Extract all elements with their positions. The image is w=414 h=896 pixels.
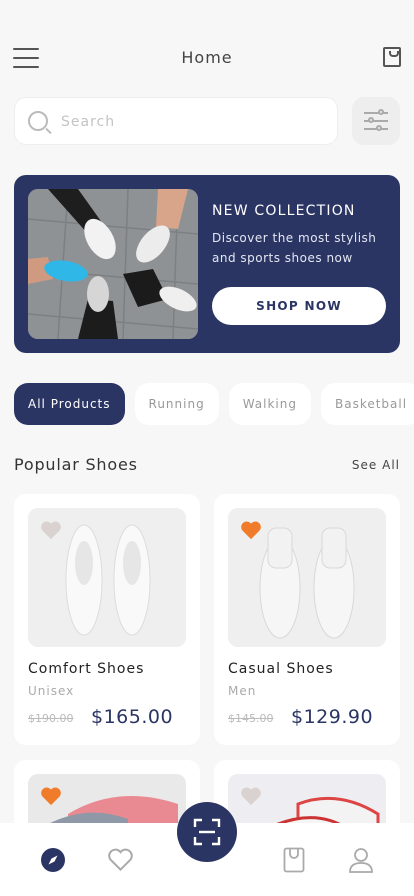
product-price: $165.00 <box>91 706 174 728</box>
product-category: Unisex <box>28 684 75 698</box>
category-running[interactable]: Running <box>134 383 219 425</box>
banner-subtitle: Discover the most stylish and sports sho… <box>212 231 377 265</box>
product-image <box>228 508 386 647</box>
top-bar: Home <box>0 40 414 76</box>
heart-icon[interactable] <box>240 520 262 540</box>
scan-button[interactable] <box>177 802 237 862</box>
filter-button[interactable] <box>352 97 400 145</box>
page-title: Home <box>181 48 233 67</box>
heart-icon[interactable] <box>40 520 62 540</box>
bag-icon[interactable] <box>283 847 305 873</box>
category-basketball[interactable]: Basketball <box>320 383 414 425</box>
search-bar <box>14 97 338 145</box>
category-all-products[interactable]: All Products <box>14 383 125 425</box>
scan-icon <box>193 818 221 846</box>
heart-icon[interactable] <box>40 786 62 806</box>
compass-icon[interactable] <box>40 847 66 873</box>
product-name: Casual Shoes <box>228 661 334 677</box>
shop-now-button[interactable]: SHOP NOW <box>212 287 386 325</box>
product-price: $129.90 <box>291 706 374 728</box>
product-image <box>28 508 186 647</box>
product-card[interactable]: Casual Shoes Men $145.00 $129.90 <box>214 494 400 745</box>
category-walking[interactable]: Walking <box>228 383 311 425</box>
product-old-price: $145.00 <box>228 712 274 725</box>
shopping-bag-icon[interactable] <box>383 47 401 67</box>
heart-icon[interactable] <box>240 786 262 806</box>
product-category: Men <box>228 684 257 698</box>
user-icon[interactable] <box>348 847 374 873</box>
banner-title: NEW COLLECTION <box>212 203 356 219</box>
category-tabs: All Products Running Walking Basketball <box>14 383 414 425</box>
product-old-price: $190.00 <box>28 712 74 725</box>
product-name: Comfort Shoes <box>28 661 145 677</box>
heart-icon[interactable] <box>107 847 134 872</box>
banner-image <box>28 189 198 339</box>
product-card[interactable]: Comfort Shoes Unisex $190.00 $165.00 <box>14 494 200 745</box>
search-input[interactable] <box>61 110 321 134</box>
section-title: Popular Shoes <box>14 455 138 474</box>
promo-banner: NEW COLLECTION Discover the most stylish… <box>14 175 400 353</box>
search-icon <box>28 111 48 131</box>
see-all-link[interactable]: See All <box>352 458 400 472</box>
